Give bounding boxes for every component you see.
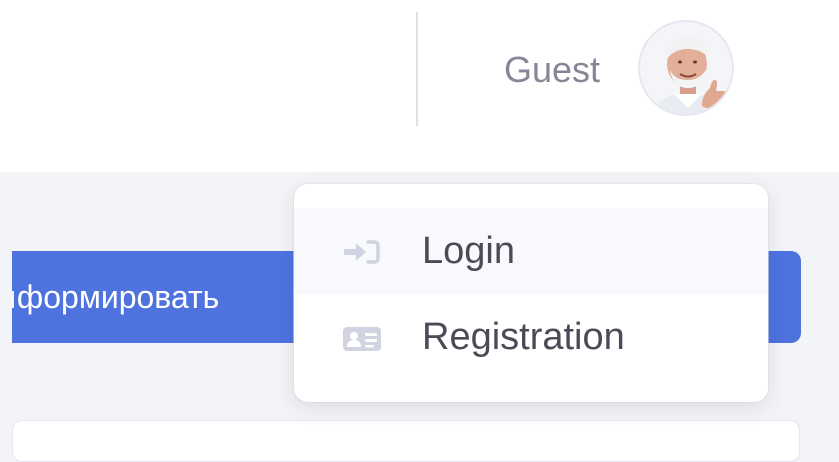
topbar-divider: [416, 12, 418, 126]
generate-button-label: ıформировать: [12, 279, 220, 315]
user-avatar[interactable]: [638, 20, 734, 116]
user-dropdown-menu: Login Registration: [294, 184, 768, 402]
content-card: [12, 420, 800, 462]
dropdown-item-login-label: Login: [422, 230, 515, 272]
dropdown-item-login[interactable]: Login: [294, 208, 768, 294]
dropdown-item-registration-label: Registration: [422, 316, 625, 358]
user-name[interactable]: Guest: [504, 48, 600, 92]
dropdown-item-registration[interactable]: Registration: [294, 294, 768, 380]
sign-in-icon: [342, 238, 382, 266]
topbar: Guest: [0, 0, 839, 172]
id-card-icon: [342, 324, 382, 352]
avatar-image: [640, 22, 732, 114]
